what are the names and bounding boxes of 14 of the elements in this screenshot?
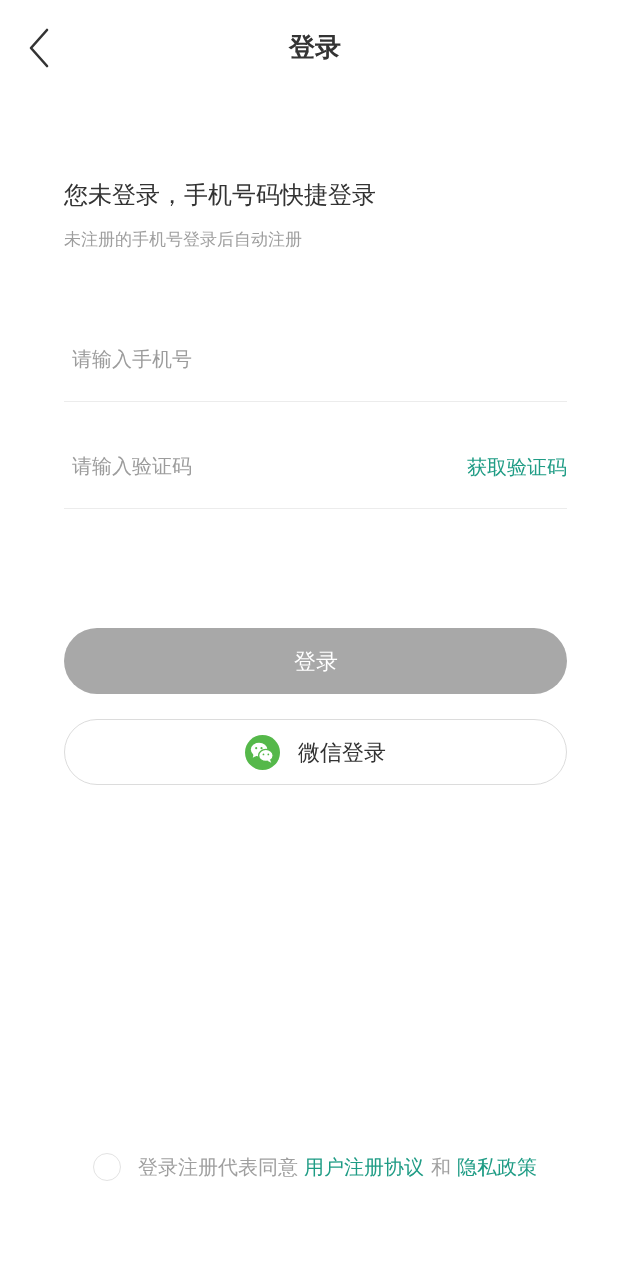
- back-button[interactable]: [28, 28, 50, 68]
- agreement-link[interactable]: 隐私政策: [457, 1155, 538, 1179]
- back-chevron-icon: [28, 28, 50, 68]
- page-title: 登录: [289, 32, 341, 64]
- agreement-text: 登录注册代表同意 用户注册协议 和 隐私政策: [137, 1154, 538, 1181]
- get-code-link[interactable]: 获取验证码: [467, 453, 567, 482]
- wechat-login-button[interactable]: 微信登录: [64, 719, 567, 786]
- login-heading: 您未登录，手机号码快捷登录: [64, 180, 377, 211]
- phone-input[interactable]: 请输入手机号: [64, 346, 567, 375]
- agreement-checkbox[interactable]: [92, 1153, 121, 1181]
- chat-bubbles-icon: [245, 734, 280, 770]
- code-input[interactable]: 请输入验证码: [64, 453, 467, 482]
- login-hint: 未注册的手机号登录后自动注册: [64, 229, 303, 251]
- agreement-link[interactable]: 用户注册协议: [304, 1155, 425, 1179]
